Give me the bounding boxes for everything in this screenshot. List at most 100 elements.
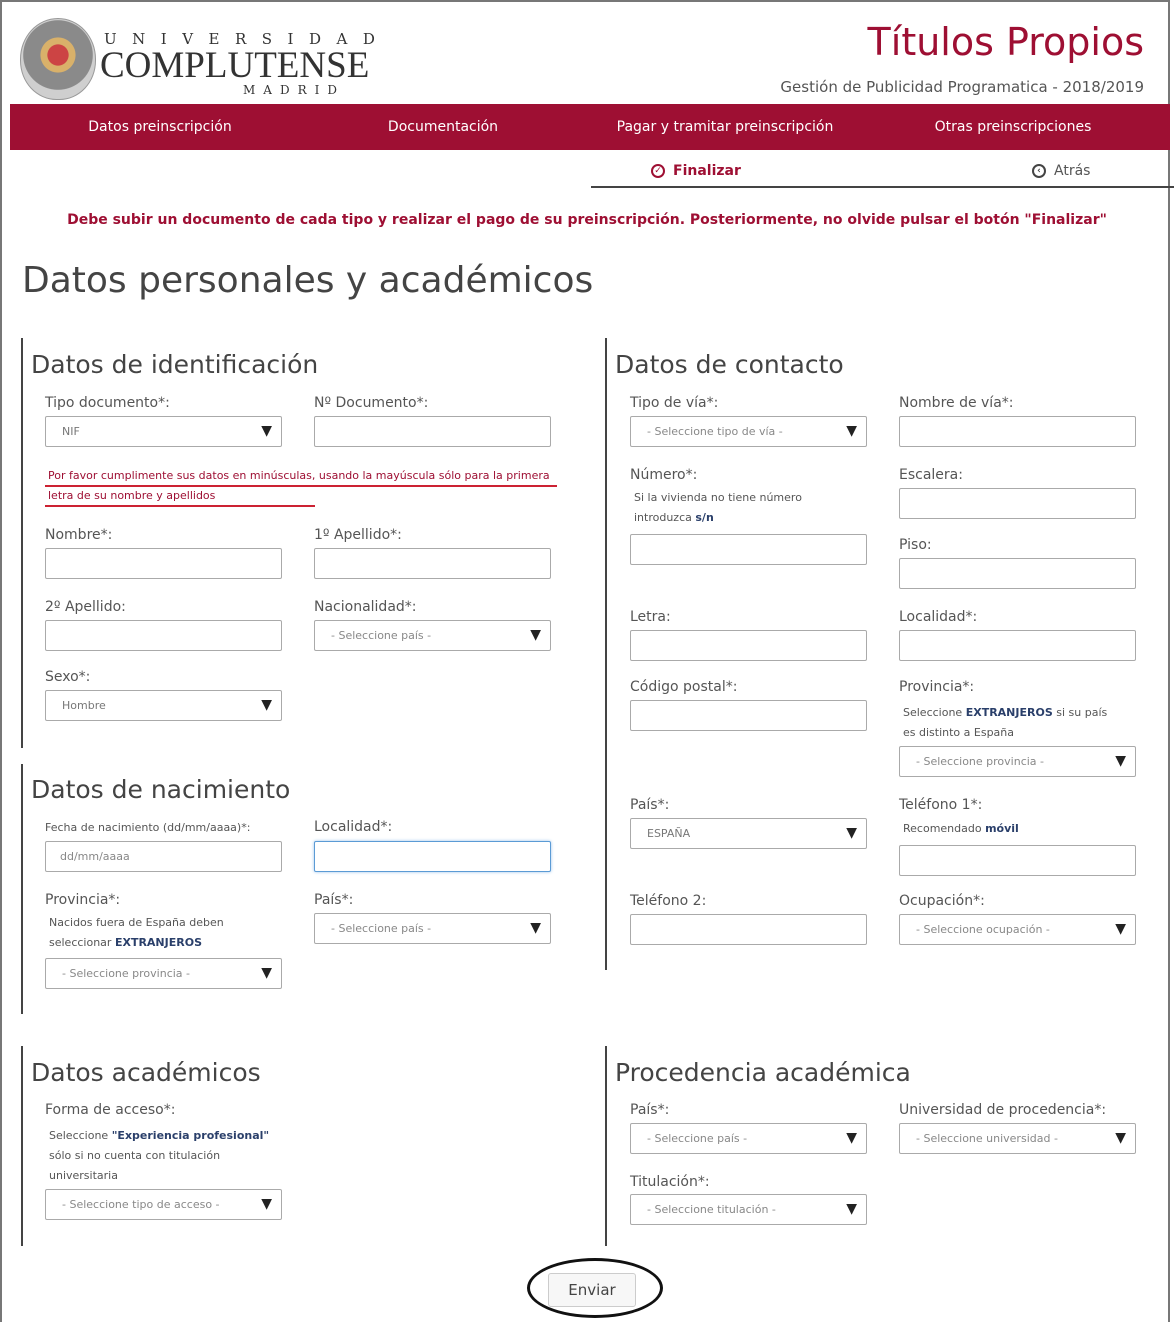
telefono2-input[interactable]	[630, 914, 867, 945]
tipo-via-placeholder: - Seleccione tipo de vía -	[647, 425, 783, 438]
hint-line: Seleccione "Experiencia profesional"	[49, 1126, 299, 1146]
localidad-nacimiento-input[interactable]	[314, 841, 551, 872]
atras-button[interactable]: ‹ Atrás	[1032, 163, 1090, 179]
numero-hint: Si la vivienda no tiene número introduzc…	[634, 488, 864, 528]
site-title: Títulos Propios	[867, 20, 1144, 64]
localidad-contacto-input[interactable]	[899, 630, 1136, 661]
dropdown-arrow-icon: ▼	[261, 423, 272, 439]
hint-line: universitaria	[49, 1169, 118, 1182]
hint-text: Seleccione	[49, 1129, 109, 1142]
nav-documentacion[interactable]: Documentación	[343, 104, 543, 150]
nombre-label: Nombre*:	[45, 527, 113, 543]
hint-bold: EXTRANJEROS	[965, 706, 1053, 719]
warning-underline	[45, 505, 315, 507]
numero-input[interactable]	[630, 534, 867, 565]
num-documento-input[interactable]	[314, 416, 551, 447]
hint-line: es distinto a España	[903, 726, 1014, 739]
escalera-input[interactable]	[899, 488, 1136, 519]
provincia-contacto-label: Provincia*:	[899, 679, 975, 695]
dropdown-arrow-icon: ▼	[846, 825, 857, 841]
section-divider	[21, 764, 23, 1014]
telefono2-label: Teléfono 2:	[630, 893, 707, 909]
hint-line: Seleccione EXTRANJEROS si su país	[903, 703, 1163, 723]
section-title-identificacion: Datos de identificación	[31, 350, 319, 379]
dropdown-arrow-icon: ▼	[1115, 1130, 1126, 1146]
university-crest-logo[interactable]	[20, 18, 96, 100]
telefono1-hint: Recomendado móvil	[903, 819, 1153, 839]
ocupacion-select[interactable]: - Seleccione ocupación - ▼	[899, 914, 1136, 945]
main-nav: Datos preinscripción Documentación Pagar…	[10, 104, 1170, 150]
tipo-documento-label: Tipo documento*:	[45, 395, 170, 411]
notice-message: Debe subir un documento de cada tipo y r…	[67, 212, 1107, 228]
dropdown-arrow-icon: ▼	[261, 965, 272, 981]
nav-datos-preinscripcion[interactable]: Datos preinscripción	[60, 104, 260, 150]
nacionalidad-label: Nacionalidad*:	[314, 599, 417, 615]
piso-input[interactable]	[899, 558, 1136, 589]
hint-text: introduzca	[634, 511, 692, 524]
telefono1-input[interactable]	[899, 845, 1136, 876]
dropdown-arrow-icon: ▼	[1115, 753, 1126, 769]
apellido2-input[interactable]	[45, 620, 282, 651]
hint-bold: móvil	[985, 822, 1019, 835]
hint-text: Recomendado	[903, 822, 982, 835]
hint-line: sólo si no cuenta con titulación	[49, 1149, 221, 1162]
hint-line: Si la vivienda no tiene número	[634, 491, 802, 504]
escalera-label: Escalera:	[899, 467, 963, 483]
apellido1-input[interactable]	[314, 548, 551, 579]
section-title-contacto: Datos de contacto	[615, 350, 844, 379]
universidad-label: Universidad de procedencia*:	[899, 1102, 1107, 1118]
pais-procedencia-select[interactable]: - Seleccione país - ▼	[630, 1123, 867, 1154]
localidad-contacto-label: Localidad*:	[899, 609, 978, 625]
warning-underline	[45, 485, 557, 487]
numero-label: Número*:	[630, 467, 698, 483]
ocupacion-label: Ocupación*:	[899, 893, 985, 909]
provincia-nacimiento-select[interactable]: - Seleccione provincia - ▼	[45, 958, 282, 989]
nav-otras-preinscripciones[interactable]: Otras preinscripciones	[913, 104, 1113, 150]
site-subtitle: Gestión de Publicidad Programatica - 201…	[780, 78, 1144, 96]
section-divider	[21, 1046, 23, 1246]
hint-text: seleccionar	[49, 936, 112, 949]
section-title-procedencia: Procedencia académica	[615, 1058, 911, 1087]
ocupacion-placeholder: - Seleccione ocupación -	[916, 923, 1050, 936]
page-title: Datos personales y académicos	[22, 260, 594, 301]
provincia-contacto-placeholder: - Seleccione provincia -	[916, 755, 1044, 768]
universidad-select[interactable]: - Seleccione universidad - ▼	[899, 1123, 1136, 1154]
hint-text: si su país	[1056, 706, 1108, 719]
enviar-button[interactable]: Enviar	[548, 1273, 636, 1307]
forma-acceso-hint: Seleccione "Experiencia profesional" sól…	[49, 1126, 299, 1186]
atras-label: Atrás	[1054, 163, 1091, 179]
section-divider	[605, 1046, 607, 1246]
nacionalidad-select[interactable]: - Seleccione país - ▼	[314, 620, 551, 651]
section-title-nacimiento: Datos de nacimiento	[31, 775, 291, 804]
tipo-documento-select[interactable]: NIF ▼	[45, 416, 282, 447]
finalizar-button[interactable]: ✓ Finalizar	[651, 163, 741, 179]
fecha-nacimiento-label: Fecha de nacimiento (dd/mm/aaaa)*:	[45, 821, 251, 834]
forma-acceso-select[interactable]: - Seleccione tipo de acceso - ▼	[45, 1189, 282, 1220]
letra-input[interactable]	[630, 630, 867, 661]
nombre-via-input[interactable]	[899, 416, 1136, 447]
hint-line: Nacidos fuera de España deben	[49, 916, 224, 929]
fecha-nacimiento-input[interactable]: dd/mm/aaaa	[45, 841, 282, 872]
pais-contacto-select[interactable]: ESPAÑA ▼	[630, 818, 867, 849]
finalizar-label: Finalizar	[673, 163, 741, 179]
pais-nacimiento-label: País*:	[314, 892, 354, 908]
back-circle-icon: ‹	[1032, 164, 1046, 178]
hint-line: introduzca s/n	[634, 508, 864, 528]
tipo-via-select[interactable]: - Seleccione tipo de vía - ▼	[630, 416, 867, 447]
pais-nacimiento-placeholder: - Seleccione país -	[331, 922, 432, 935]
nav-pagar-tramitar[interactable]: Pagar y tramitar preinscripción	[600, 104, 850, 150]
sexo-select[interactable]: Hombre ▼	[45, 690, 282, 721]
hint-text: Seleccione	[903, 706, 963, 719]
section-divider	[21, 338, 23, 748]
titulacion-placeholder: - Seleccione titulación -	[647, 1203, 776, 1216]
logo-text-main: COMPLUTENSE	[100, 45, 370, 86]
codigo-postal-input[interactable]	[630, 700, 867, 731]
nombre-input[interactable]	[45, 548, 282, 579]
titulacion-select[interactable]: - Seleccione titulación - ▼	[630, 1194, 867, 1225]
pais-nacimiento-select[interactable]: - Seleccione país - ▼	[314, 913, 551, 944]
hint-line: seleccionar EXTRANJEROS	[49, 933, 289, 953]
provincia-contacto-select[interactable]: - Seleccione provincia - ▼	[899, 746, 1136, 777]
hint-bold: EXTRANJEROS	[114, 936, 202, 949]
universidad-placeholder: - Seleccione universidad -	[916, 1132, 1058, 1145]
piso-label: Piso:	[899, 537, 932, 553]
